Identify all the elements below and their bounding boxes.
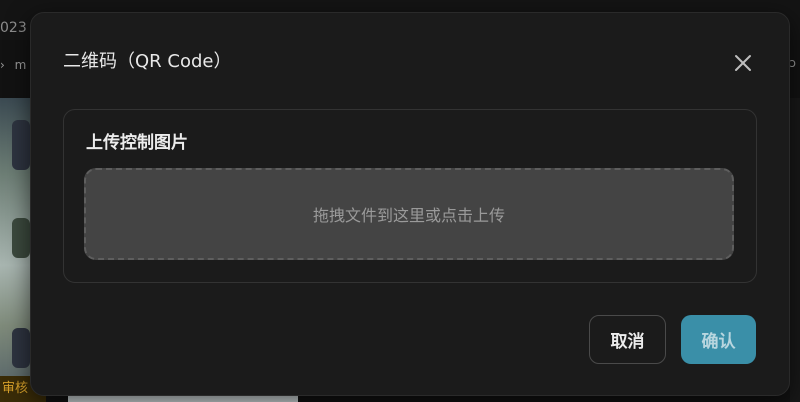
background-year-text: 023: [0, 20, 27, 36]
qr-code-dialog: 二维码（QR Code） 上传控制图片 拖拽文件到这里或点击上传 取消 确认: [30, 12, 790, 396]
background-chevron: ›: [0, 58, 5, 72]
upload-section-title: 上传控制图片: [86, 133, 188, 153]
dropzone-hint: 拖拽文件到这里或点击上传: [312, 206, 505, 225]
background-thumbnail-shape: [12, 120, 30, 170]
background-row-letter: m: [14, 58, 27, 72]
background-thumbnail-shape: [12, 218, 30, 258]
file-dropzone[interactable]: 拖拽文件到这里或点击上传: [84, 168, 734, 260]
background-image-strip: [68, 396, 298, 402]
confirm-button[interactable]: 确认: [681, 315, 756, 364]
dialog-title: 二维码（QR Code）: [63, 51, 232, 72]
upload-section: 上传控制图片 拖拽文件到这里或点击上传: [63, 109, 757, 283]
background-right-panel: [790, 98, 800, 402]
close-icon: [735, 55, 751, 71]
close-button[interactable]: [729, 49, 757, 77]
background-thumbnail-shape: [12, 328, 30, 368]
background-thumbnail: [0, 98, 30, 402]
background-row-text: › m: [0, 58, 32, 72]
cancel-button[interactable]: 取消: [589, 315, 666, 364]
